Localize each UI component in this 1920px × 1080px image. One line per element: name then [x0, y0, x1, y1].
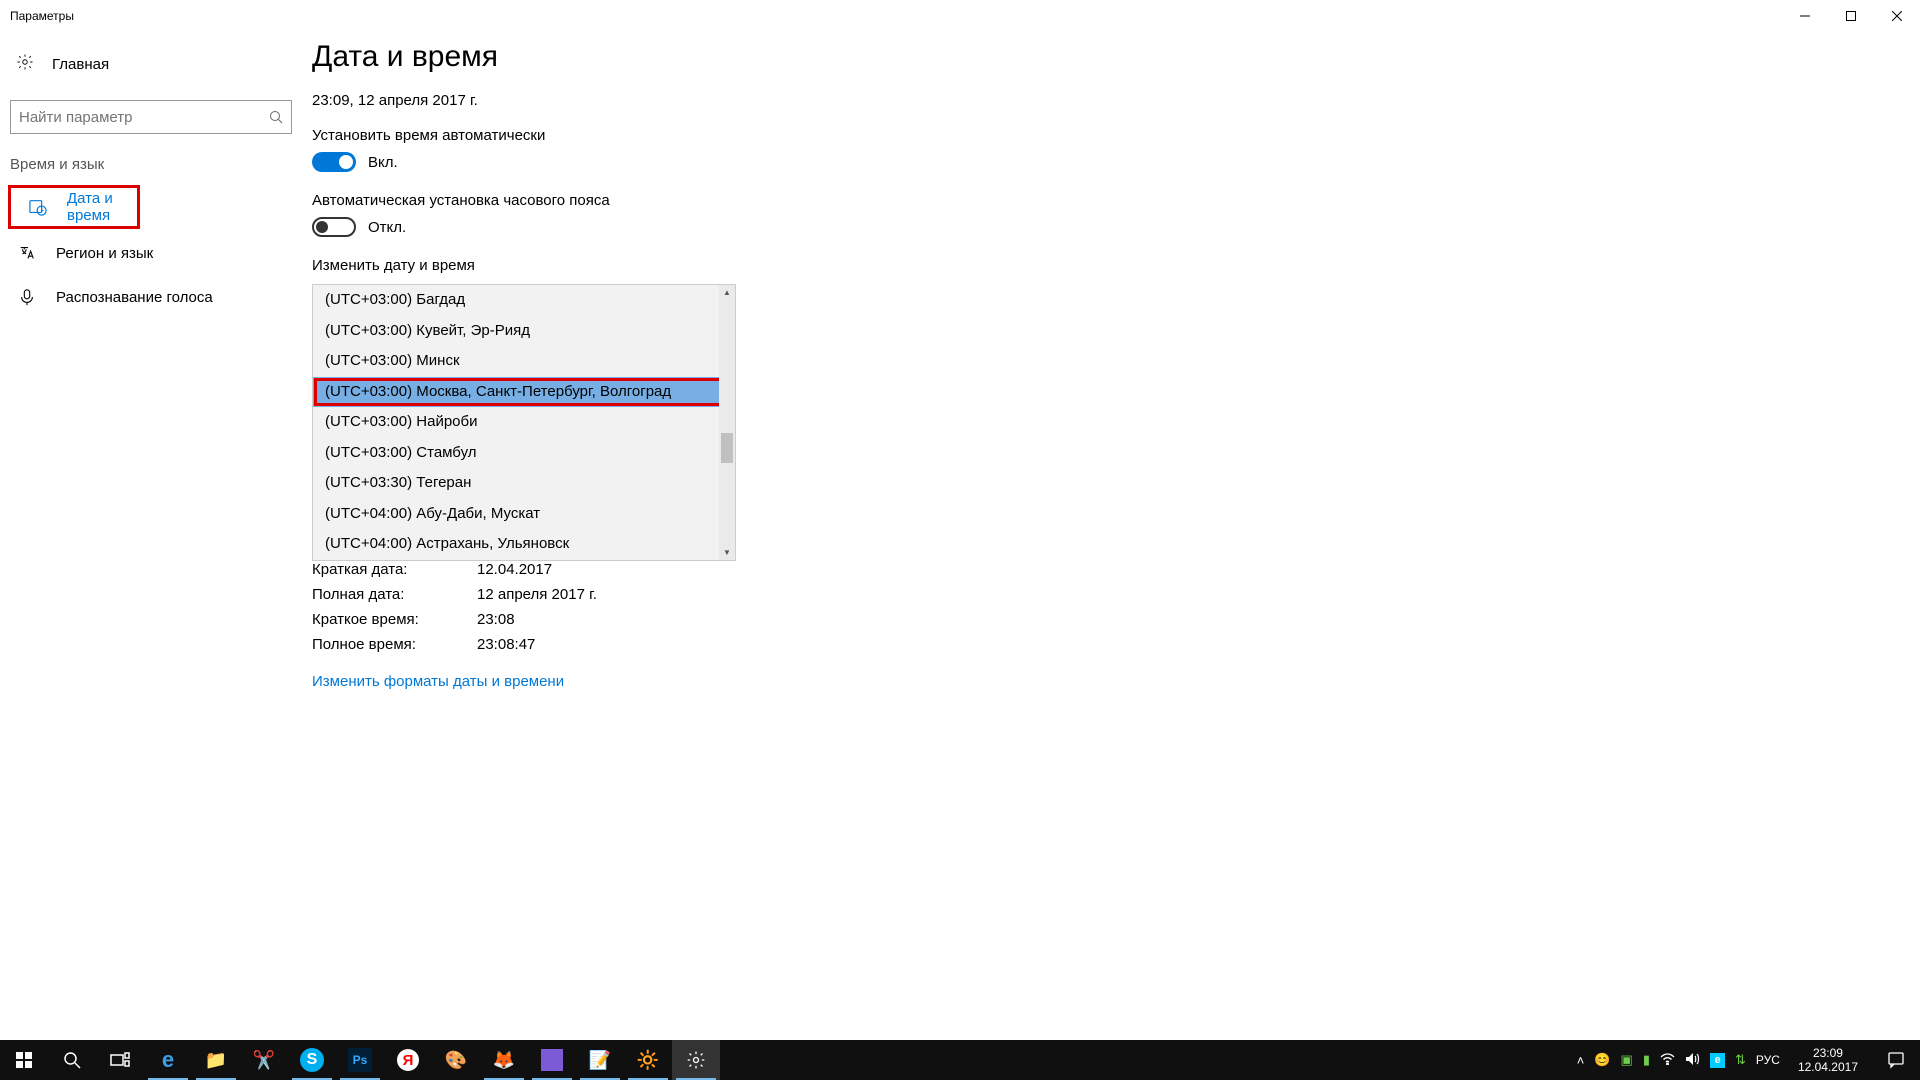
- tray-app-icon[interactable]: e: [1710, 1053, 1725, 1068]
- tray-chevron-up-icon[interactable]: ˄: [1577, 1053, 1585, 1068]
- clock-time: 23:09: [1798, 1046, 1858, 1060]
- page-title: Дата и время: [312, 40, 1920, 74]
- timezone-option[interactable]: (UTC+03:00) Кувейт, Эр-Рияд: [313, 316, 735, 347]
- tray-icon[interactable]: 😊: [1594, 1052, 1610, 1068]
- change-formats-link[interactable]: Изменить форматы даты и времени: [312, 673, 564, 690]
- sidebar-home[interactable]: Главная: [0, 42, 310, 86]
- taskbar-app-paint[interactable]: 🎨: [432, 1040, 480, 1080]
- tray-volume-icon[interactable]: [1685, 1052, 1700, 1069]
- timezone-option[interactable]: (UTC+04:00) Абу-Даби, Мускат: [313, 499, 735, 530]
- action-center-button[interactable]: [1876, 1051, 1916, 1069]
- format-key: Краткое время:: [312, 611, 477, 628]
- auto-tz-state: Откл.: [368, 219, 406, 236]
- auto-tz-label: Автоматическая установка часового пояса: [312, 192, 1920, 209]
- auto-time-label: Установить время автоматически: [312, 127, 1920, 144]
- tray-network-icon[interactable]: ⇅: [1735, 1052, 1746, 1068]
- sidebar-home-label: Главная: [52, 56, 109, 73]
- timezone-dropdown[interactable]: (UTC+03:00) Багдад (UTC+03:00) Кувейт, Э…: [312, 284, 736, 561]
- close-button[interactable]: [1874, 0, 1920, 32]
- maximize-button[interactable]: [1828, 0, 1874, 32]
- scroll-up-icon[interactable]: ▲: [719, 285, 735, 299]
- dropdown-scrollbar[interactable]: ▲ ▼: [719, 285, 735, 560]
- sidebar-group-title: Время и язык: [0, 134, 310, 181]
- taskbar-app-explorer[interactable]: 📁: [192, 1040, 240, 1080]
- tray-wifi-icon[interactable]: [1660, 1053, 1675, 1068]
- minimize-button[interactable]: [1782, 0, 1828, 32]
- auto-time-toggle[interactable]: [312, 152, 356, 172]
- tray-onedrive-icon[interactable]: ▣: [1621, 1052, 1633, 1068]
- format-key: Полная дата:: [312, 586, 477, 603]
- taskbar-app-yellow[interactable]: 🔆: [624, 1040, 672, 1080]
- taskbar-app-skype[interactable]: S: [288, 1040, 336, 1080]
- main-content: Дата и время 23:09, 12 апреля 2017 г. Ус…: [310, 32, 1920, 1040]
- taskbar-app-yandex[interactable]: Я: [384, 1040, 432, 1080]
- scroll-thumb[interactable]: [721, 433, 733, 463]
- taskbar-app-photoshop[interactable]: Ps: [336, 1040, 384, 1080]
- taskbar-search-button[interactable]: [48, 1040, 96, 1080]
- format-key: Полное время:: [312, 636, 477, 653]
- sidebar-item-region-language[interactable]: Регион и язык: [0, 231, 310, 275]
- timezone-option[interactable]: (UTC+04:00) Астрахань, Ульяновск: [313, 529, 735, 560]
- tray-language[interactable]: РУС: [1756, 1053, 1780, 1067]
- format-value: 12 апреля 2017 г.: [477, 586, 597, 603]
- calendar-clock-icon: [29, 198, 47, 216]
- timezone-option[interactable]: (UTC+03:00) Стамбул: [313, 438, 735, 469]
- taskbar-app-firefox[interactable]: 🦊: [480, 1040, 528, 1080]
- microphone-icon: [18, 288, 36, 306]
- search-icon: [269, 110, 283, 124]
- scroll-down-icon[interactable]: ▼: [719, 546, 735, 560]
- format-value: 12.04.2017: [477, 561, 552, 578]
- auto-tz-toggle[interactable]: [312, 217, 356, 237]
- taskbar-app-settings[interactable]: [672, 1040, 720, 1080]
- sidebar-item-label: Дата и время: [67, 190, 137, 224]
- taskbar-app-purple[interactable]: [528, 1040, 576, 1080]
- timezone-option[interactable]: (UTC+03:00) Найроби: [313, 407, 735, 438]
- titlebar: Параметры: [0, 0, 1920, 32]
- language-icon: [18, 244, 36, 262]
- gear-icon: [16, 53, 34, 75]
- start-button[interactable]: [0, 1040, 48, 1080]
- taskbar: e 📁 ✂️ S Ps Я 🎨 🦊 📝 🔆 ˄ 😊 ▣ ▮ e ⇅ РУС 23…: [0, 1040, 1920, 1080]
- task-view-button[interactable]: [96, 1040, 144, 1080]
- taskbar-app-snip[interactable]: ✂️: [240, 1040, 288, 1080]
- change-datetime-label: Изменить дату и время: [312, 257, 1920, 274]
- clock-date: 12.04.2017: [1798, 1060, 1858, 1074]
- sidebar-item-label: Распознавание голоса: [56, 289, 213, 306]
- format-value: 23:08:47: [477, 636, 535, 653]
- sidebar-item-speech[interactable]: Распознавание голоса: [0, 275, 310, 319]
- timezone-option-selected[interactable]: (UTC+03:00) Москва, Санкт-Петербург, Вол…: [313, 377, 735, 408]
- window-title: Параметры: [10, 9, 74, 23]
- taskbar-app-edge[interactable]: e: [144, 1040, 192, 1080]
- sidebar: Главная Время и язык Дата и время Регион…: [0, 32, 310, 1040]
- taskbar-app-notepadpp[interactable]: 📝: [576, 1040, 624, 1080]
- sidebar-item-label: Регион и язык: [56, 245, 153, 262]
- timezone-option[interactable]: (UTC+03:00) Багдад: [313, 285, 735, 316]
- auto-time-state: Вкл.: [368, 154, 398, 171]
- timezone-option[interactable]: (UTC+03:30) Тегеран: [313, 468, 735, 499]
- search-input-container[interactable]: [10, 100, 292, 134]
- search-input[interactable]: [19, 109, 269, 126]
- sidebar-item-date-time[interactable]: Дата и время: [8, 185, 140, 229]
- tray-security-icon[interactable]: ▮: [1643, 1052, 1650, 1068]
- format-value: 23:08: [477, 611, 515, 628]
- timezone-option[interactable]: (UTC+03:00) Минск: [313, 346, 735, 377]
- current-datetime: 23:09, 12 апреля 2017 г.: [312, 92, 1920, 109]
- system-tray: ˄ 😊 ▣ ▮ e ⇅ РУС 23:09 12.04.2017: [1577, 1040, 1920, 1080]
- taskbar-clock[interactable]: 23:09 12.04.2017: [1790, 1046, 1866, 1074]
- format-key: Краткая дата:: [312, 561, 477, 578]
